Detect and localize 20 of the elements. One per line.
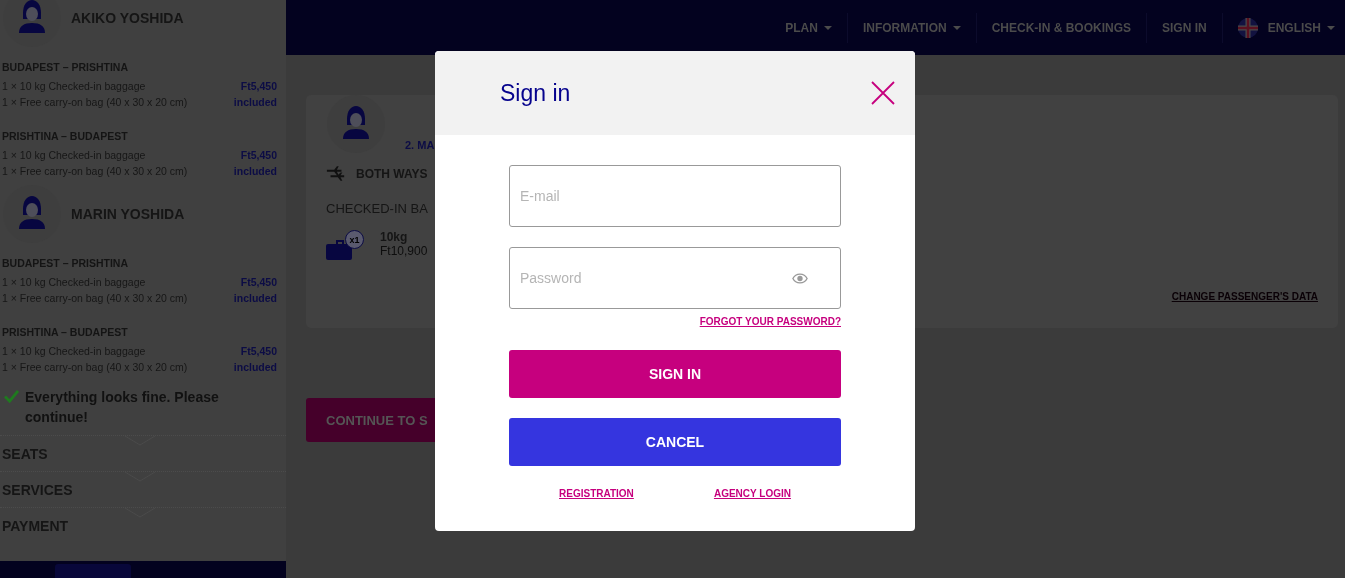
footer-link[interactable]: AGENCY LOGIN [713,488,791,499]
eye-icon[interactable] [792,273,808,284]
email-field[interactable]: E-mail [509,165,841,227]
forgot-password-link[interactable]: FORGOT YOUR PASSWORD? [699,316,841,327]
cancel-button[interactable]: CANCEL [509,418,841,466]
planes-icon [326,166,346,181]
footer-link[interactable]: REGISTRATION [559,488,634,499]
nav-link[interactable]: PLAN [770,20,847,35]
nav-link[interactable]: CHECK-IN & BOOKINGS [976,20,1146,35]
language-selector[interactable]: ENGLISH [1222,17,1335,38]
password-field[interactable]: Password [509,247,841,309]
sign-in-button[interactable]: SIGN IN [509,350,841,398]
change-data-link[interactable]: CHANGE PASSENGER'S DATA [1171,291,1318,302]
nav-link[interactable]: SIGN IN [1147,20,1222,35]
flag-icon [1237,17,1258,38]
dialog-title: Sign in [500,79,571,107]
close-icon[interactable] [871,81,895,105]
check-icon [4,390,19,403]
count-badge: x1 [345,230,364,249]
nav-link[interactable]: INFORMATION [847,20,976,35]
